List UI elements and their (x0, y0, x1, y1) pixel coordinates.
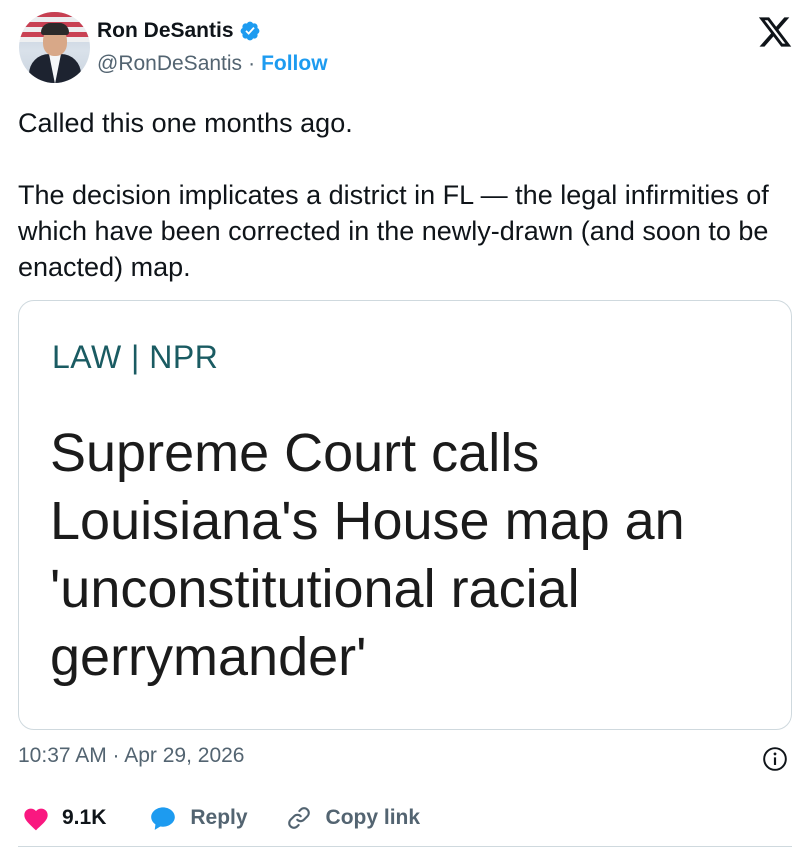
tweet-paragraph: Called this one months ago. (18, 108, 353, 138)
reply-bubble-icon (151, 807, 176, 830)
separator-dot: · (248, 52, 256, 75)
info-icon[interactable] (762, 746, 788, 772)
avatar-hair (41, 23, 69, 35)
avatar[interactable] (19, 12, 90, 83)
author-handle-row: @RonDeSantis · Follow (97, 52, 328, 76)
author-name-row: Ron DeSantis (97, 19, 261, 43)
bottom-divider (18, 846, 792, 847)
verified-badge-icon[interactable] (239, 20, 261, 42)
author-name[interactable]: Ron DeSantis (97, 19, 234, 43)
follow-button[interactable]: Follow (261, 52, 328, 76)
heart-icon (24, 808, 48, 831)
card-kicker: LAW | NPR (52, 339, 219, 375)
copy-link-label: Copy link (325, 806, 421, 829)
reply-label: Reply (190, 806, 248, 829)
tweet-timestamp[interactable]: 10:37 AM · Apr 29, 2026 (18, 744, 245, 768)
author-handle[interactable]: @RonDeSantis (97, 52, 242, 76)
link-card[interactable]: LAW | NPR Supreme Court calls Louisiana'… (18, 300, 792, 730)
link-icon (287, 807, 310, 829)
x-logo-icon[interactable] (757, 14, 793, 50)
like-button[interactable]: 9.1K (22, 805, 106, 831)
reply-button[interactable]: Reply (148, 805, 248, 831)
tweet-paragraph: The decision implicates a district in FL… (18, 180, 769, 282)
tweet-text: Called this one months ago. The decision… (18, 105, 778, 285)
tweet-actions: 9.1K Reply Copy link (22, 804, 420, 832)
like-count: 9.1K (62, 806, 107, 829)
copy-link-button[interactable]: Copy link (284, 804, 421, 832)
card-title: Supreme Court calls Louisiana's House ma… (50, 423, 685, 687)
